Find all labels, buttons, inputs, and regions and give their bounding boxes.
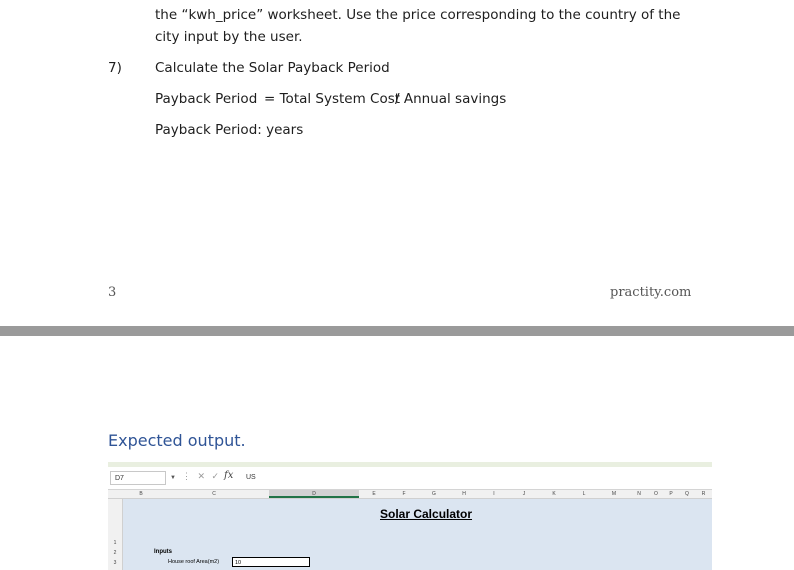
formula-buttons-icon: ⋮ ✕ ✓ bbox=[182, 471, 222, 481]
col-header-m[interactable]: M bbox=[599, 490, 629, 498]
formula-divide: / Annual savings bbox=[395, 91, 507, 107]
sheet-grid[interactable]: Solar Calculator Inputs House roof Area(… bbox=[123, 499, 712, 570]
col-header-g[interactable]: G bbox=[419, 490, 449, 498]
paragraph-continued-line: the “kwh_price” worksheet. Use the price… bbox=[155, 7, 681, 23]
sheet-title: Solar Calculator bbox=[380, 507, 473, 521]
ribbon-edge bbox=[108, 462, 712, 467]
page-separator bbox=[0, 326, 794, 336]
formula-label: Payback Period bbox=[155, 91, 258, 107]
row-header-3[interactable]: 3 bbox=[108, 560, 122, 566]
col-header-c[interactable]: C bbox=[159, 490, 269, 498]
chevron-down-icon[interactable]: ▼ bbox=[170, 475, 176, 481]
col-header-b[interactable]: B bbox=[123, 490, 159, 498]
fx-icon[interactable]: fx bbox=[224, 470, 233, 481]
column-headers: B C D E F G H I J K L M N O P Q R bbox=[108, 490, 712, 499]
expected-output-heading: Expected output. bbox=[108, 431, 246, 450]
col-header-f[interactable]: F bbox=[389, 490, 419, 498]
step-text: Calculate the Solar Payback Period bbox=[155, 60, 390, 76]
row-header-2[interactable]: 2 bbox=[108, 550, 122, 556]
row-headers: 1 2 3 bbox=[108, 499, 123, 570]
col-header-k[interactable]: K bbox=[539, 490, 569, 498]
formula-equals: = Total System Cost bbox=[264, 91, 401, 107]
col-header-d[interactable]: D bbox=[269, 490, 359, 498]
inputs-label: Inputs bbox=[154, 549, 172, 555]
house-roof-label: House roof Area(m2) bbox=[168, 559, 220, 565]
col-header-j[interactable]: J bbox=[509, 490, 539, 498]
step-number: 7) bbox=[108, 60, 122, 76]
col-header-p[interactable]: P bbox=[663, 490, 679, 498]
footer-site: practity.com bbox=[610, 285, 692, 300]
col-header-n[interactable]: N bbox=[629, 490, 649, 498]
formula-value[interactable]: US bbox=[246, 474, 256, 481]
col-header-r[interactable]: R bbox=[695, 490, 712, 498]
col-header-l[interactable]: L bbox=[569, 490, 599, 498]
house-roof-input[interactable]: 10 bbox=[232, 557, 310, 567]
col-header-q[interactable]: Q bbox=[679, 490, 695, 498]
col-header-h[interactable]: H bbox=[449, 490, 479, 498]
formula-bar: D7 ▼ ⋮ ✕ ✓ fx US bbox=[108, 468, 712, 490]
excel-screenshot: D7 ▼ ⋮ ✕ ✓ fx US B C D E F G H I J K L M… bbox=[108, 462, 712, 570]
col-header-e[interactable]: E bbox=[359, 490, 389, 498]
page-number: 3 bbox=[108, 285, 117, 300]
paragraph-continued-line-2: city input by the user. bbox=[155, 29, 303, 45]
col-header-i[interactable]: I bbox=[479, 490, 509, 498]
row-header-1[interactable]: 1 bbox=[108, 540, 122, 546]
result-label: Payback Period: years bbox=[155, 122, 304, 138]
name-box[interactable]: D7 bbox=[110, 471, 166, 485]
col-header-o[interactable]: O bbox=[649, 490, 663, 498]
